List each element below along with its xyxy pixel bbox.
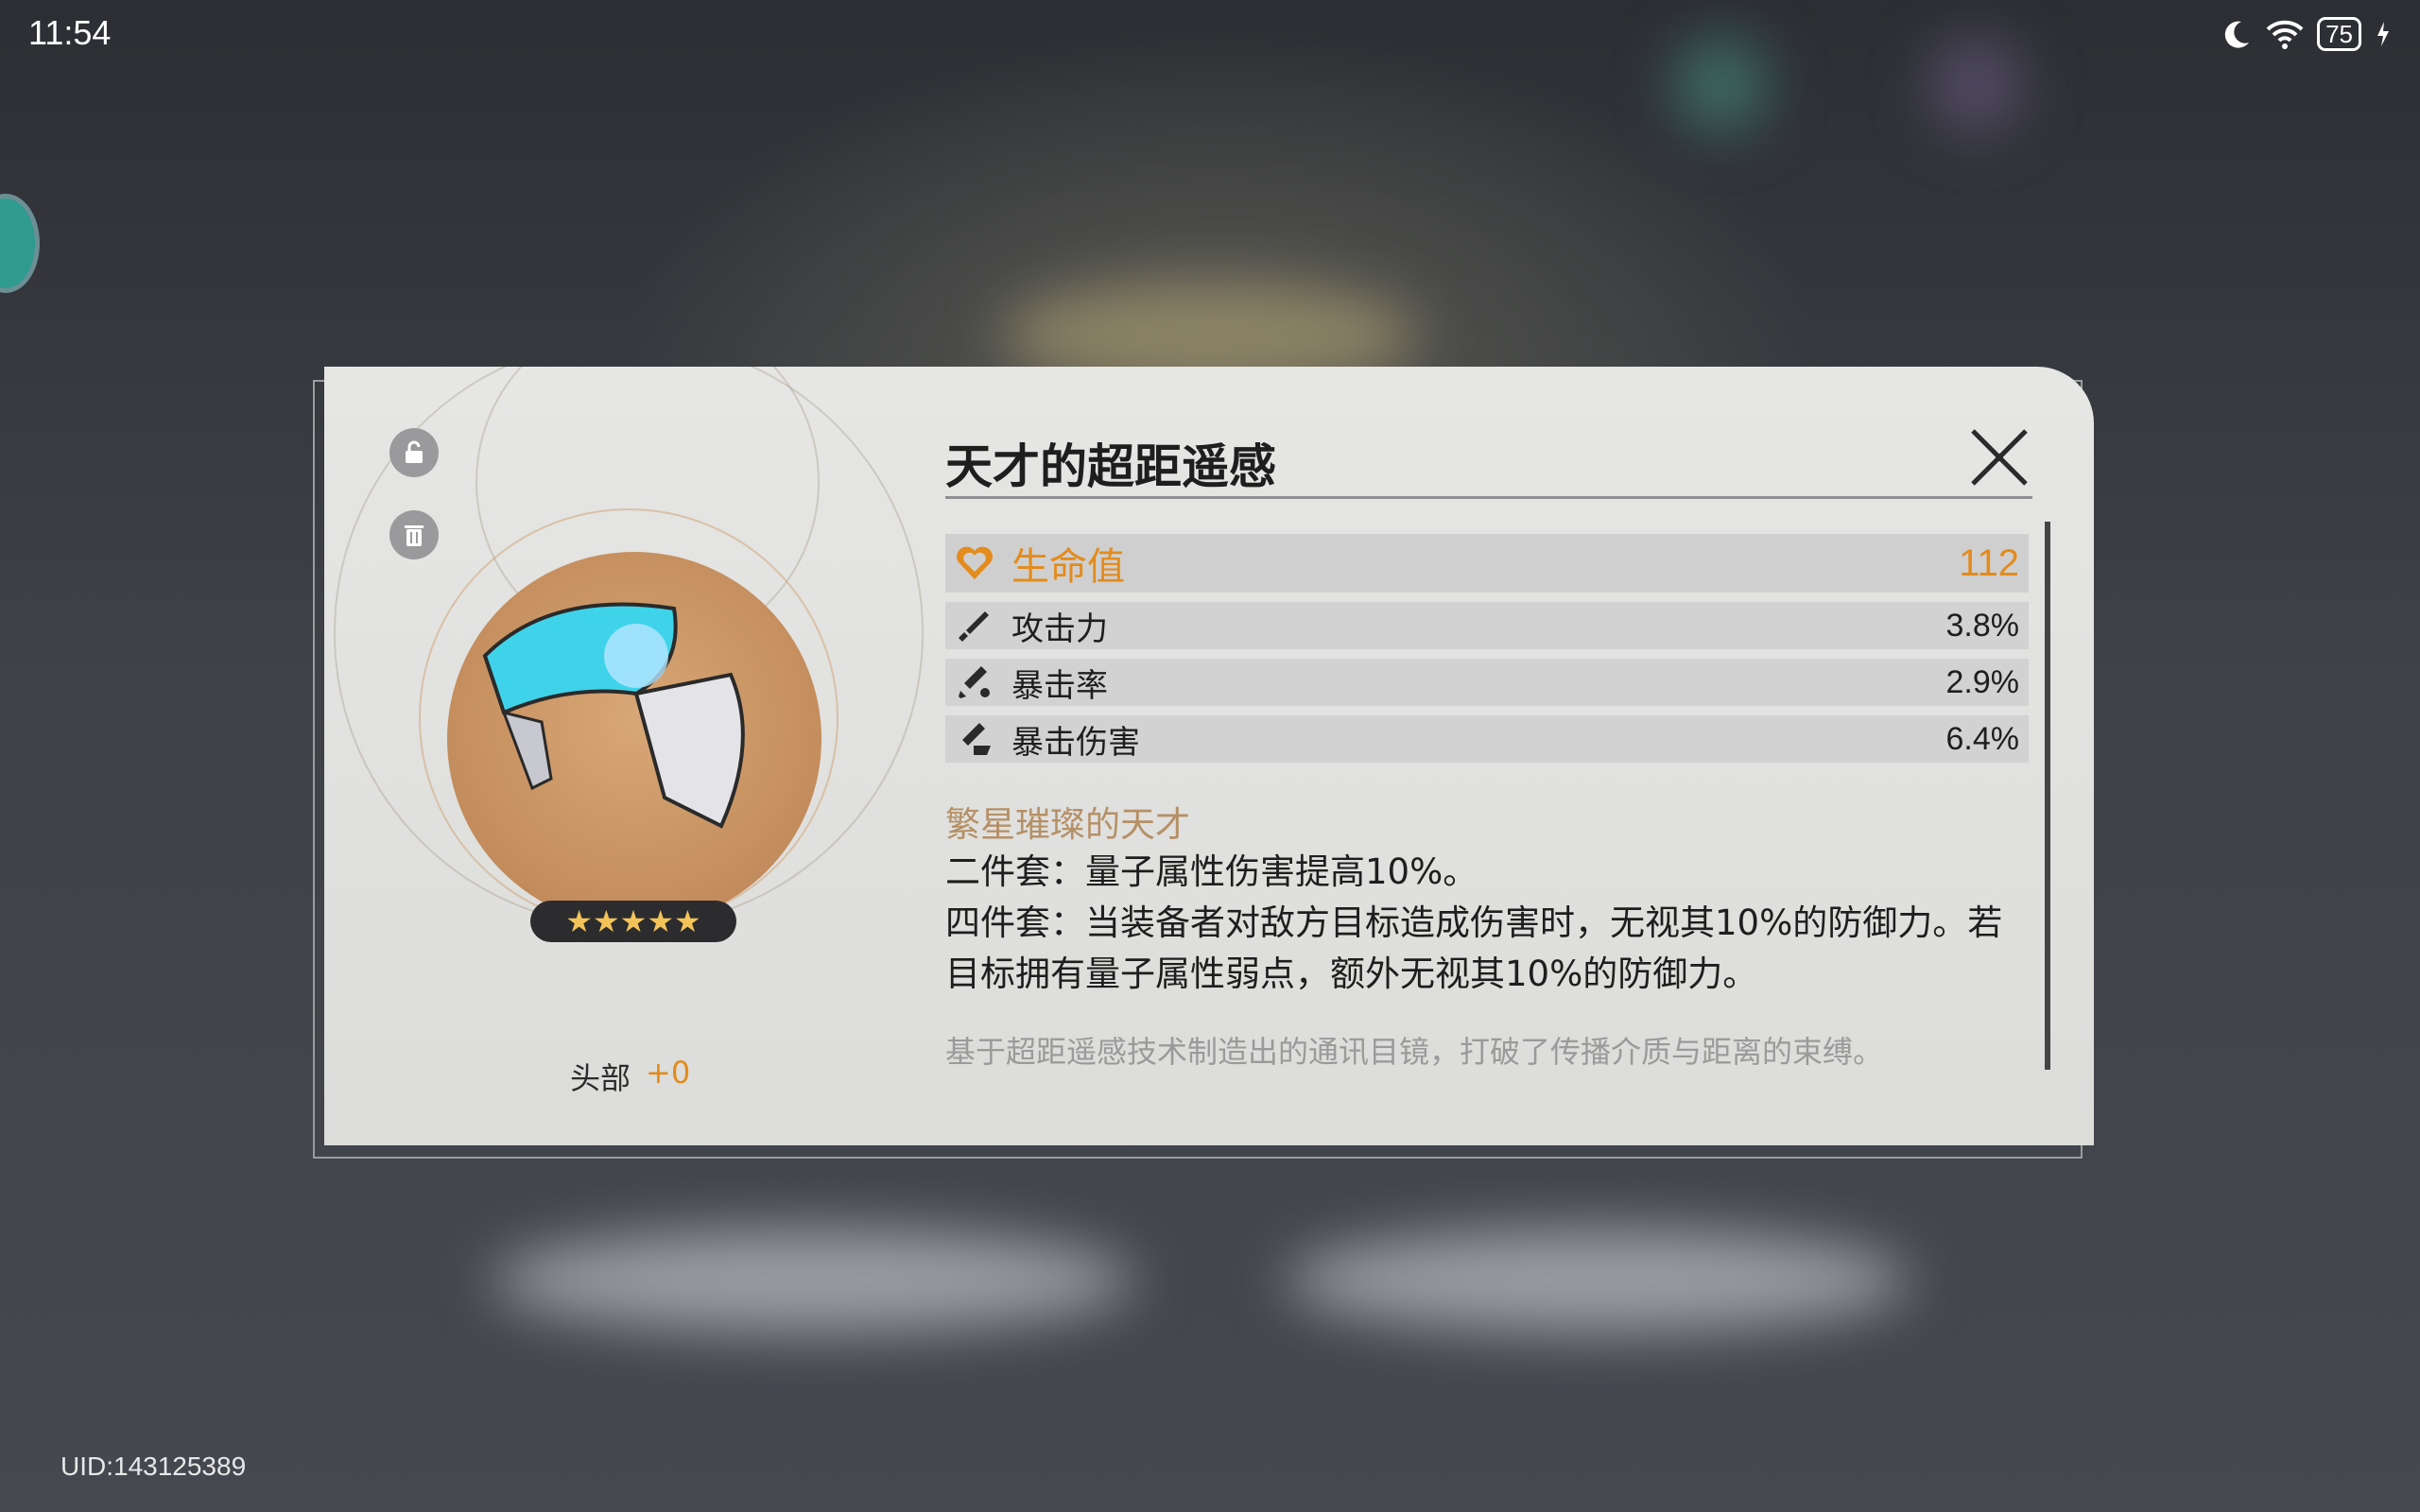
battery-indicator: 75 (2317, 17, 2361, 51)
main-stat-row: 生命值 112 (945, 534, 2029, 593)
charging-icon (2377, 22, 2389, 46)
status-bar: 11:54 75 (0, 0, 2420, 76)
lock-button[interactable] (389, 428, 439, 477)
discard-button[interactable] (389, 510, 439, 559)
relic-lore: 基于超距遥感技术制造出的通讯目镜，打破了传播介质与距离的束缚。 (945, 1034, 1884, 1070)
relic-headgear-icon (482, 602, 745, 829)
bg-blur-button-left (492, 1228, 1134, 1332)
uid-label: UID:143125389 (60, 1452, 247, 1481)
title-divider (945, 496, 2032, 499)
relic-detail-dialog: ★★★★★ 头部 +0 天才的超距遥感 生命值 112 攻击力 3.8% 暴击率… (324, 367, 2094, 1145)
main-stat-value: 112 (1959, 541, 2019, 584)
crit-dmg-icon (962, 723, 991, 755)
slot-name: 头部 (570, 1060, 631, 1096)
status-icons: 75 (2221, 17, 2392, 51)
relic-slot: 头部 +0 (570, 1055, 690, 1098)
rarity-stars: ★★★★★ (530, 901, 736, 942)
relic-title: 天才的超距遥感 (945, 439, 1276, 494)
main-stat-name: 生命值 (1011, 545, 1125, 589)
sub-stat-row: 暴击率 2.9% (945, 659, 2029, 706)
relic-image (447, 552, 821, 926)
moon-icon (2224, 21, 2250, 48)
close-button[interactable] (1967, 425, 2031, 490)
scrollbar[interactable] (2045, 522, 2050, 1070)
sub-stat-name: 暴击伤害 (1011, 723, 1140, 762)
set-bonus-2: 二件套：量子属性伤害提高10%。 (945, 851, 1478, 892)
set-name: 繁星璀璨的天才 (945, 804, 1190, 845)
sub-stat-value: 2.9% (1945, 663, 2020, 700)
relic-level: +0 (646, 1055, 691, 1091)
bg-blur-button-right (1286, 1228, 1910, 1332)
sub-stat-row: 攻击力 3.8% (945, 602, 2029, 649)
sub-stat-name: 攻击力 (1011, 610, 1108, 648)
crit-rate-icon (959, 666, 990, 698)
heart-icon (957, 546, 993, 579)
sub-stat-row: 暴击伤害 6.4% (945, 715, 2029, 763)
sword-icon (959, 611, 989, 642)
trash-icon (405, 525, 424, 546)
wifi-icon (2266, 20, 2304, 49)
lock-icon (406, 440, 423, 463)
set-description: 二件套：量子属性伤害提高10%。 四件套：当装备者对敌方目标造成伤害时，无视其1… (945, 847, 2004, 1000)
sub-stat-value: 3.8% (1945, 607, 2020, 644)
set-bonus-4: 四件套：当装备者对敌方目标造成伤害时，无视其10%的防御力。若目标拥有量子属性弱… (945, 902, 2003, 994)
close-icon (1971, 429, 2028, 486)
status-clock: 11:54 (28, 13, 112, 52)
sub-stat-value: 6.4% (1945, 720, 2020, 757)
sub-stat-name: 暴击率 (1011, 666, 1108, 705)
